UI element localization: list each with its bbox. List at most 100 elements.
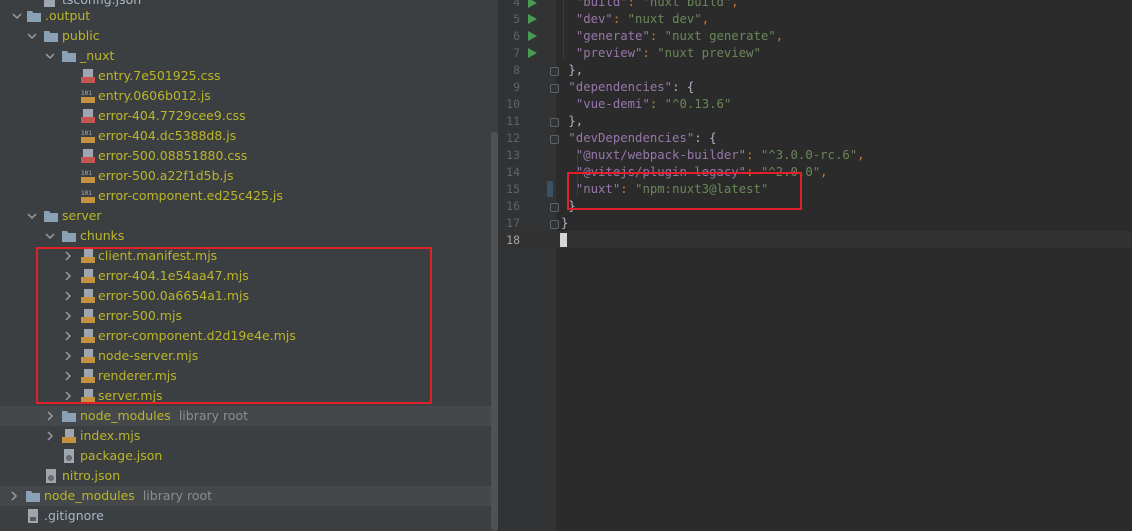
highlight-box-nuxt [567, 172, 802, 210]
chevron-down-icon[interactable] [26, 210, 38, 222]
gitignore-file-icon [25, 508, 41, 524]
brace: }, [568, 63, 584, 77]
json-key: "generate" [575, 29, 650, 43]
line-number: 7 [513, 46, 520, 60]
tree-file-entry-css[interactable]: entry.7e501925.css [0, 66, 498, 86]
tree-item-label: .gitignore [44, 508, 104, 523]
run-script-icon[interactable] [528, 0, 537, 8]
project-tree-panel: tsconfig.json .output public _nuxt entry… [0, 0, 498, 531]
line-number: 17 [506, 216, 520, 230]
json-key: "vue-demi" [575, 97, 650, 111]
tree-folder-server-node-modules[interactable]: node_modules library root [0, 406, 498, 426]
tree-file-package-json[interactable]: package.json [0, 446, 498, 466]
js-file-icon: 101 [80, 168, 96, 184]
tree-item-label: server [62, 208, 102, 223]
tree-folder-chunks[interactable]: chunks [0, 226, 498, 246]
fold-marker-icon[interactable] [550, 118, 559, 127]
tree-item-label: error-component.ed25c425.js [98, 188, 283, 203]
folder-icon [43, 28, 59, 44]
code-line-8: }, [561, 62, 583, 79]
fold-marker-icon[interactable] [550, 135, 559, 144]
brace: } [561, 216, 569, 230]
tree-item-label: error-404.dc5388d8.js [98, 128, 237, 143]
change-marker [547, 181, 553, 197]
fold-marker-icon[interactable] [550, 220, 559, 229]
chevron-down-icon[interactable] [44, 50, 56, 62]
folder-icon [61, 228, 77, 244]
code-line-9: "dependencies": { [561, 79, 694, 96]
tree-item-label: entry.0606b012.js [98, 88, 211, 103]
line-number-current: 18 [506, 233, 520, 247]
json-value: "^0.13.6" [664, 97, 732, 111]
current-line-highlight [500, 231, 1132, 248]
tree-folder-output[interactable]: .output [0, 6, 498, 26]
tree-file-entry-js[interactable]: 101 entry.0606b012.js [0, 86, 498, 106]
json-value: "nuxt build" [642, 0, 732, 9]
css-file-icon [80, 148, 96, 164]
tree-item-label: .output [45, 8, 91, 23]
fold-marker-icon[interactable] [550, 84, 559, 93]
tree-file-error500-css[interactable]: error-500.08851880.css [0, 146, 498, 166]
svg-text:101: 101 [81, 90, 92, 97]
chevron-right-icon[interactable] [44, 430, 56, 442]
run-script-icon[interactable] [528, 48, 537, 58]
tree-item-label: entry.7e501925.css [98, 68, 221, 83]
line-number: 12 [506, 131, 520, 145]
code-line-10: "vue-demi": "^0.13.6" [575, 97, 732, 111]
tree-file-nitro-json[interactable]: nitro.json [0, 466, 498, 486]
json-file-icon [61, 448, 77, 464]
json-key: "build" [575, 0, 628, 9]
code-line-7: "preview": "nuxt preview" [575, 46, 761, 60]
tree-folder-root-node-modules[interactable]: node_modules library root [0, 486, 498, 506]
chevron-down-icon[interactable] [44, 230, 56, 242]
tree-file-error-component-js[interactable]: 101 error-component.ed25c425.js [0, 186, 498, 206]
brace: : { [694, 131, 717, 145]
tree-scrollbar[interactable] [491, 132, 498, 531]
tree-item-label: package.json [80, 448, 163, 463]
run-script-icon[interactable] [528, 14, 537, 24]
js-file-icon: 101 [80, 88, 96, 104]
line-number: 4 [513, 0, 520, 9]
tree-file-index-mjs[interactable]: index.mjs [0, 426, 498, 446]
line-number: 9 [513, 80, 520, 94]
run-script-icon[interactable] [528, 31, 537, 41]
json-key: "dependencies" [568, 80, 673, 94]
tree-file-error500-js[interactable]: 101 error-500.a22f1d5b.js [0, 166, 498, 186]
svg-text:101: 101 [81, 190, 92, 197]
line-number: 6 [513, 29, 520, 43]
tree-file-error404-js[interactable]: 101 error-404.dc5388d8.js [0, 126, 498, 146]
json-value: "nuxt generate" [664, 29, 776, 43]
line-number: 5 [513, 12, 520, 26]
folder-icon [25, 488, 41, 504]
mjs-file-icon [61, 428, 77, 444]
code-line-5: "dev": "nuxt dev", [575, 12, 710, 26]
tree-item-label: node_modules library root [44, 488, 213, 503]
tree-item-label: error-500.08851880.css [98, 148, 248, 163]
code-line-17: } [561, 215, 568, 232]
tree-folder-server[interactable]: server [0, 206, 498, 226]
json-value: "^3.0.0-rc.6" [760, 148, 858, 162]
tree-item-label: node_modules library root [80, 408, 249, 423]
chevron-down-icon[interactable] [11, 10, 23, 22]
chevron-right-icon[interactable] [8, 490, 20, 502]
svg-text:101: 101 [81, 130, 92, 137]
tree-folder-public[interactable]: public [0, 26, 498, 46]
line-number: 14 [506, 165, 520, 179]
fold-marker-icon[interactable] [550, 67, 559, 76]
chevron-right-icon[interactable] [44, 410, 56, 422]
tree-folder-nuxt[interactable]: _nuxt [0, 46, 498, 66]
chevron-down-icon[interactable] [26, 30, 38, 42]
json-key: "devDependencies" [568, 131, 695, 145]
code-line-6: "generate": "nuxt generate", [575, 29, 784, 43]
json-key: "@nuxt/webpack-builder" [575, 148, 747, 162]
tree-item-label: chunks [80, 228, 125, 243]
tree-item-label: error-404.7729cee9.css [98, 108, 246, 123]
tree-file-error404-css[interactable]: error-404.7729cee9.css [0, 106, 498, 126]
folder-icon [61, 48, 77, 64]
fold-marker-icon[interactable] [550, 203, 559, 212]
tree-file-gitignore[interactable]: .gitignore [0, 506, 498, 526]
line-number: 16 [506, 199, 520, 213]
json-key: "dev" [575, 12, 613, 26]
library-root-hint: library root [178, 408, 249, 423]
line-number: 15 [506, 182, 520, 196]
